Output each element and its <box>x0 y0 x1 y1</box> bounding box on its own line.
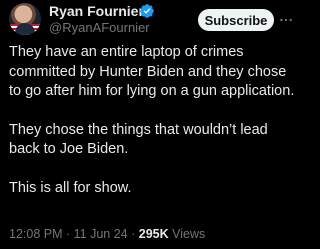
views-label: Views <box>172 227 206 241</box>
meta-separator: · <box>66 227 71 241</box>
verified-badge-icon <box>140 4 154 18</box>
tweet-paragraph: They have an entire laptop of crimes com… <box>9 44 295 99</box>
author-display-name[interactable]: Ryan Fournier <box>49 3 144 19</box>
tweet-paragraph: This is all for show. <box>9 179 132 196</box>
tweet-time[interactable]: 12:08 PM <box>9 227 63 241</box>
author-handle[interactable]: @RyanAFournier <box>49 20 150 35</box>
views-count: 295K <box>138 227 169 241</box>
more-dots-icon[interactable] <box>279 13 293 27</box>
tweet-text: They have an entire laptop of crimes com… <box>9 43 295 217</box>
subscribe-button[interactable]: Subscribe <box>198 9 274 31</box>
meta-separator: · <box>131 227 136 241</box>
tweet-card: Ryan Fournier @RyanAFournier Subscribe T… <box>0 0 300 249</box>
avatar[interactable] <box>9 3 41 35</box>
tweet-date[interactable]: 11 Jun 24 <box>74 227 128 241</box>
tweet-paragraph: They chose the things that wouldn’t lead… <box>9 121 268 158</box>
tweet-meta: 12:08 PM · 11 Jun 24 · 295K Views <box>9 227 205 241</box>
